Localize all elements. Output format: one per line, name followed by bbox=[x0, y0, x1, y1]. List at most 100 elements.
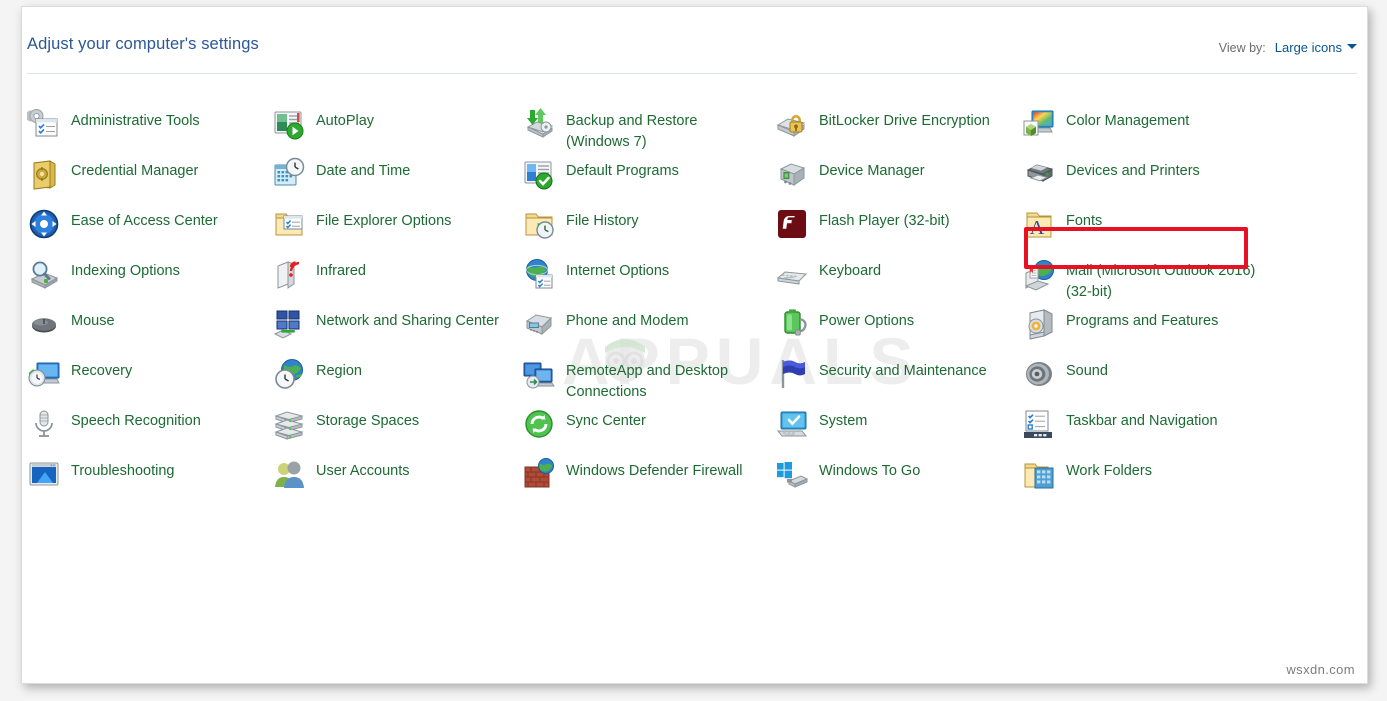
control-panel-item-label: AutoPlay bbox=[316, 107, 374, 132]
control-panel-item-region[interactable]: Region bbox=[272, 357, 362, 403]
control-panel-item-remoteapp-and-desktop-connections[interactable]: RemoteApp and Desktop Connections bbox=[522, 357, 758, 403]
control-panel-item-recovery[interactable]: Recovery bbox=[27, 357, 132, 403]
power-options-icon bbox=[775, 307, 809, 341]
control-panel-item-sound[interactable]: Sound bbox=[1022, 357, 1108, 403]
control-panel-item-label: System bbox=[819, 407, 867, 432]
control-panel-item-label: Flash Player (32-bit) bbox=[819, 207, 950, 232]
view-by-label: View by: bbox=[1219, 41, 1266, 55]
region-icon bbox=[272, 357, 306, 391]
control-panel-item-date-and-time[interactable]: Date and Time bbox=[272, 157, 410, 203]
security-maintenance-icon bbox=[775, 357, 809, 391]
control-panel-item-administrative-tools[interactable]: Administrative Tools bbox=[27, 107, 200, 153]
autoplay-icon bbox=[272, 107, 306, 141]
control-panel-item-infrared[interactable]: Infrared bbox=[272, 257, 366, 303]
control-panel-item-label: Date and Time bbox=[316, 157, 410, 182]
control-panel-item-speech-recognition[interactable]: Speech Recognition bbox=[27, 407, 201, 453]
control-panel-item-label: Ease of Access Center bbox=[71, 207, 218, 232]
control-panel-item-label: Windows Defender Firewall bbox=[566, 457, 742, 482]
microphone-icon bbox=[27, 407, 61, 441]
control-panel-item-label: Work Folders bbox=[1066, 457, 1152, 482]
control-panel-item-label: Keyboard bbox=[819, 257, 881, 282]
control-panel-item-label: Indexing Options bbox=[71, 257, 180, 282]
svg-text:A: A bbox=[1030, 217, 1045, 239]
control-panel-item-power-options[interactable]: Power Options bbox=[775, 307, 914, 353]
view-by-control: View by: Large icons bbox=[1219, 40, 1357, 55]
control-panel-item-system[interactable]: System bbox=[775, 407, 867, 453]
control-panel-item-windows-to-go[interactable]: Windows To Go bbox=[775, 457, 920, 503]
control-panel-item-label: Sync Center bbox=[566, 407, 646, 432]
fonts-icon: A bbox=[1022, 207, 1056, 241]
control-panel-item-label: BitLocker Drive Encryption bbox=[819, 107, 990, 132]
control-panel-item-default-programs[interactable]: Default Programs bbox=[522, 157, 679, 203]
control-panel-item-label: Devices and Printers bbox=[1066, 157, 1200, 182]
control-panel-item-sync-center[interactable]: Sync Center bbox=[522, 407, 646, 453]
control-panel-item-label: Windows To Go bbox=[819, 457, 920, 482]
system-icon bbox=[775, 407, 809, 441]
control-panel-item-user-accounts[interactable]: User Accounts bbox=[272, 457, 410, 503]
control-panel-item-keyboard[interactable]: Keyboard bbox=[775, 257, 881, 303]
control-panel-item-label: Network and Sharing Center bbox=[316, 307, 499, 332]
internet-options-icon bbox=[522, 257, 556, 291]
recovery-icon bbox=[27, 357, 61, 391]
control-panel-item-credential-manager[interactable]: Credential Manager bbox=[27, 157, 198, 203]
control-panel-item-file-history[interactable]: File History bbox=[522, 207, 639, 253]
control-panel-item-device-manager[interactable]: Device Manager bbox=[775, 157, 925, 203]
remoteapp-icon bbox=[522, 357, 556, 391]
control-panel-item-taskbar-and-navigation[interactable]: Taskbar and Navigation bbox=[1022, 407, 1218, 453]
control-panel-item-label: Sound bbox=[1066, 357, 1108, 382]
default-programs-icon bbox=[522, 157, 556, 191]
control-panel-item-network-and-sharing-center[interactable]: Network and Sharing Center bbox=[272, 307, 499, 353]
control-panel-item-work-folders[interactable]: Work Folders bbox=[1022, 457, 1152, 503]
sound-icon bbox=[1022, 357, 1056, 391]
file-history-icon bbox=[522, 207, 556, 241]
control-panel-item-color-management[interactable]: Color Management bbox=[1022, 107, 1189, 153]
control-panel-item-windows-defender-firewall[interactable]: Windows Defender Firewall bbox=[522, 457, 742, 503]
control-panel-item-label: Mouse bbox=[71, 307, 115, 332]
control-panel-item-devices-and-printers[interactable]: Devices and Printers bbox=[1022, 157, 1200, 203]
control-panel-item-label: Color Management bbox=[1066, 107, 1189, 132]
control-panel-item-label: Programs and Features bbox=[1066, 307, 1218, 332]
control-panel-item-label: Backup and Restore (Windows 7) bbox=[566, 107, 758, 153]
control-panel-item-ease-of-access-center[interactable]: Ease of Access Center bbox=[27, 207, 218, 253]
control-panel-item-fonts[interactable]: AFonts bbox=[1022, 207, 1102, 253]
sync-center-icon bbox=[522, 407, 556, 441]
mouse-icon bbox=[27, 307, 61, 341]
corner-watermark: wsxdn.com bbox=[1286, 662, 1355, 677]
work-folders-icon bbox=[1022, 457, 1056, 491]
control-panel-item-file-explorer-options[interactable]: File Explorer Options bbox=[272, 207, 451, 253]
view-by-dropdown[interactable]: Large icons bbox=[1275, 40, 1357, 55]
control-panel-item-label: Storage Spaces bbox=[316, 407, 419, 432]
backup-restore-icon bbox=[522, 107, 556, 141]
control-panel-item-internet-options[interactable]: Internet Options bbox=[522, 257, 669, 303]
control-panel-item-label: User Accounts bbox=[316, 457, 410, 482]
storage-spaces-icon bbox=[272, 407, 306, 441]
control-panel-item-mail-microsoft-outlook-2016-32-bit[interactable]: Mail (Microsoft Outlook 2016) (32-bit) bbox=[1022, 257, 1263, 303]
control-panel-item-flash-player-32-bit[interactable]: Flash Player (32-bit) bbox=[775, 207, 950, 253]
control-panel-item-label: Security and Maintenance bbox=[819, 357, 987, 382]
control-panel-item-bitlocker-drive-encryption[interactable]: BitLocker Drive Encryption bbox=[775, 107, 990, 153]
credential-manager-icon bbox=[27, 157, 61, 191]
control-panel-item-indexing-options[interactable]: Indexing Options bbox=[27, 257, 180, 303]
control-panel-item-label: Administrative Tools bbox=[71, 107, 200, 132]
control-panel-item-backup-and-restore-windows-7[interactable]: Backup and Restore (Windows 7) bbox=[522, 107, 758, 153]
control-panel-item-label: Credential Manager bbox=[71, 157, 198, 182]
control-panel-header: Adjust your computer's settings View by:… bbox=[22, 7, 1367, 73]
flash-player-icon bbox=[775, 207, 809, 241]
control-panel-item-label: Mail (Microsoft Outlook 2016) (32-bit) bbox=[1066, 257, 1263, 303]
control-panel-item-storage-spaces[interactable]: Storage Spaces bbox=[272, 407, 419, 453]
control-panel-item-label: File History bbox=[566, 207, 639, 232]
chevron-down-icon bbox=[1347, 44, 1357, 49]
control-panel-item-label: Recovery bbox=[71, 357, 132, 382]
mail-icon bbox=[1022, 257, 1056, 291]
control-panel-item-mouse[interactable]: Mouse bbox=[27, 307, 115, 353]
programs-features-icon bbox=[1022, 307, 1056, 341]
keyboard-icon bbox=[775, 257, 809, 291]
control-panel-item-troubleshooting[interactable]: Troubleshooting bbox=[27, 457, 174, 503]
control-panel-item-label: File Explorer Options bbox=[316, 207, 451, 232]
network-sharing-icon bbox=[272, 307, 306, 341]
control-panel-item-security-and-maintenance[interactable]: Security and Maintenance bbox=[775, 357, 987, 403]
control-panel-item-autoplay[interactable]: AutoPlay bbox=[272, 107, 374, 153]
control-panel-item-label: Default Programs bbox=[566, 157, 679, 182]
control-panel-item-programs-and-features[interactable]: Programs and Features bbox=[1022, 307, 1218, 353]
control-panel-item-phone-and-modem[interactable]: Phone and Modem bbox=[522, 307, 689, 353]
